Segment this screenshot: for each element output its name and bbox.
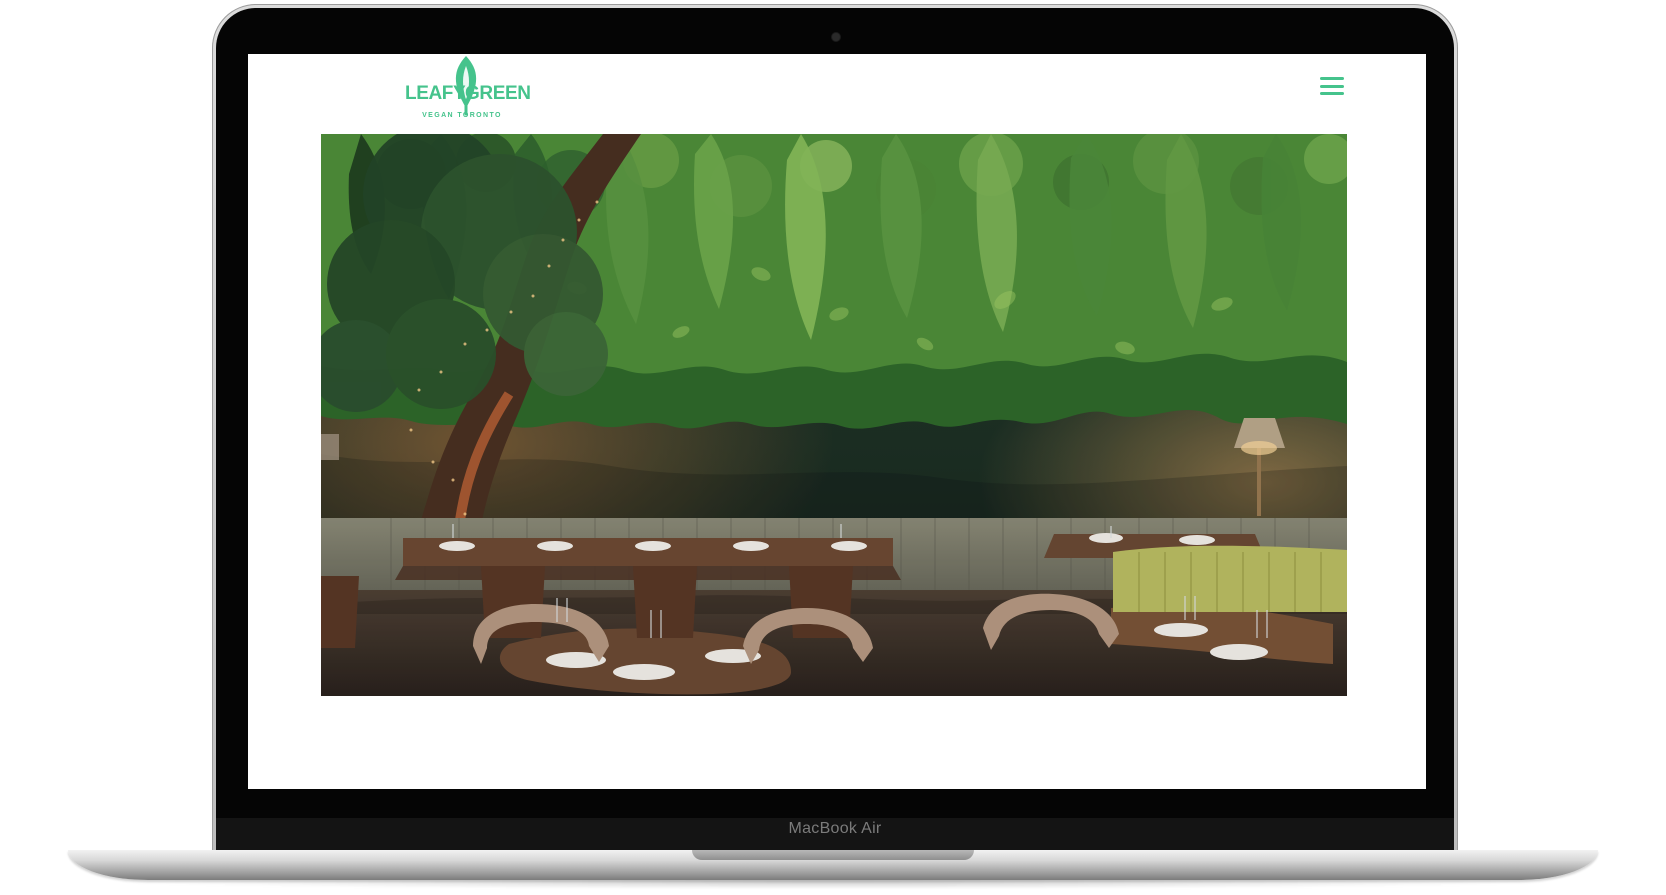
- device-label: MacBook Air: [788, 820, 882, 837]
- logo-text-green: GREEN: [465, 83, 531, 104]
- laptop-mockup: MacBook Air LEAFY GREEN VEGAN TORONTO: [0, 0, 1666, 895]
- hero-image: [321, 134, 1347, 696]
- camera-icon: [832, 33, 840, 41]
- laptop-notch: [692, 850, 974, 860]
- site-logo[interactable]: LEAFY GREEN VEGAN TORONTO: [405, 56, 531, 124]
- site-header: LEAFY GREEN VEGAN TORONTO: [248, 54, 1426, 134]
- menu-button[interactable]: [1320, 77, 1346, 95]
- hamburger-menu-icon: [1320, 77, 1344, 80]
- website-screen: LEAFY GREEN VEGAN TORONTO: [248, 54, 1426, 789]
- logo-text-leafy: LEAFY: [405, 83, 466, 104]
- logo-tagline: VEGAN TORONTO: [422, 112, 502, 119]
- restaurant-green-wall-image: [321, 134, 1347, 696]
